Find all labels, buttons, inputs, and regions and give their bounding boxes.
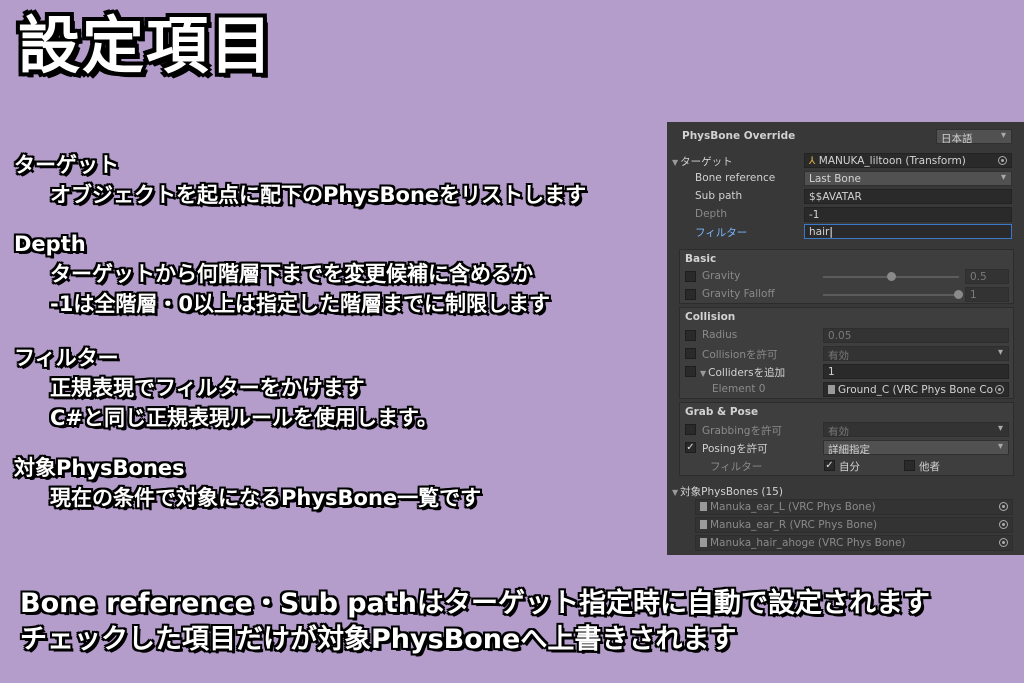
target-foldout[interactable]: ▼ ターゲット — [672, 154, 733, 169]
language-dropdown[interactable]: 日本語 — [936, 129, 1012, 144]
target-item-label: Manuka_ear_R (VRC Phys Bone) — [710, 519, 878, 531]
foldout-open-icon: ▼ — [700, 369, 707, 378]
grab-pose-header: Grab & Pose — [685, 406, 759, 418]
depth-input[interactable]: -1 — [804, 207, 1012, 222]
foldout-open-icon: ▼ — [672, 488, 679, 497]
grab-pose-group: Grab & Pose Grabbingを許可 有効 ✓ Posingを許可 詳… — [679, 402, 1014, 476]
sub-path-label: Sub path — [695, 190, 743, 202]
object-picker-icon[interactable] — [999, 520, 1008, 529]
language-label: 日本語 — [941, 133, 973, 144]
collision-header: Collision — [685, 311, 736, 323]
pose-filter-label: フィルター — [710, 461, 763, 473]
bone-reference-label: Bone reference — [695, 172, 776, 184]
list-item[interactable]: Manuka_ear_R (VRC Phys Bone) — [695, 517, 1013, 533]
bottom-note: チェックした項目だけが対象PhysBoneへ上書きされます — [20, 624, 737, 655]
gravity-label: Gravity — [702, 270, 741, 282]
gravity-slider-handle[interactable] — [887, 272, 896, 281]
script-icon — [828, 385, 835, 394]
others-checkbox[interactable] — [904, 460, 915, 471]
depth-label: Depth — [695, 208, 727, 220]
script-icon — [700, 538, 707, 547]
target-value: MANUKA_liltoon (Transform) — [818, 155, 966, 167]
explanation-line: 現在の条件で対象になるPhysBone一覧です — [50, 486, 482, 510]
gravity-checkbox[interactable] — [685, 271, 696, 282]
explanation-heading: ターゲット — [14, 153, 119, 177]
radius-label: Radius — [702, 329, 738, 341]
target-item-label: Manuka_hair_ahoge (VRC Phys Bone) — [710, 537, 906, 549]
foldout-open-icon: ▼ — [672, 158, 679, 167]
gravity-value[interactable]: 0.5 — [965, 269, 1009, 284]
explanation-heading: 対象PhysBones — [14, 456, 185, 480]
explanation-line: 正規表現でフィルターをかけます — [50, 376, 365, 400]
object-picker-icon[interactable] — [998, 156, 1007, 165]
explanation-filter: フィルター 正規表現でフィルターをかけます C#と同じ正規表現ルールを使用します… — [14, 343, 438, 433]
radius-checkbox[interactable] — [685, 330, 696, 341]
page-title: 設定項目 — [18, 9, 275, 82]
grabbing-checkbox[interactable] — [685, 424, 696, 435]
collision-group: Collision Radius 0.05 Collisionを許可 有効 ▼C… — [679, 307, 1014, 399]
object-picker-icon[interactable] — [999, 502, 1008, 511]
script-icon — [700, 520, 707, 529]
explanation-target: ターゲット オブジェクトを起点に配下のPhysBoneをリストします — [14, 150, 586, 210]
self-checkbox[interactable]: ✓ — [824, 460, 835, 471]
object-picker-icon[interactable] — [999, 538, 1008, 547]
physbone-override-panel: PhysBone Override 日本語 ▼ターゲット ⅄ MANUKA_li… — [667, 122, 1024, 555]
allow-collision-label: Collisionを許可 — [702, 349, 778, 361]
explanation-line: オブジェクトを起点に配下のPhysBoneをリストします — [50, 183, 587, 207]
gravity-falloff-slider-handle[interactable] — [954, 290, 963, 299]
list-item[interactable]: Manuka_ear_L (VRC Phys Bone) — [695, 499, 1013, 515]
add-colliders-count[interactable]: 1 — [823, 364, 1009, 379]
script-icon — [700, 502, 707, 511]
self-label: 自分 — [839, 461, 860, 473]
radius-value[interactable]: 0.05 — [823, 328, 1009, 343]
transform-icon: ⅄ — [809, 155, 816, 167]
target-item-label: Manuka_ear_L (VRC Phys Bone) — [710, 501, 876, 513]
allow-collision-dropdown[interactable]: 有効 — [823, 346, 1009, 361]
targets-header: 対象PhysBones (15) — [680, 486, 783, 498]
add-colliders-label: Collidersを追加 — [708, 367, 786, 379]
posing-dropdown[interactable]: 詳細指定 — [823, 440, 1009, 455]
gravity-falloff-label: Gravity Falloff — [702, 288, 775, 300]
posing-checkbox[interactable]: ✓ — [685, 442, 696, 453]
bone-reference-value: Last Bone — [809, 173, 861, 185]
element-0-field[interactable]: Ground_C (VRC Phys Bone Co — [823, 382, 1009, 397]
object-picker-icon[interactable] — [995, 385, 1004, 394]
targets-foldout[interactable]: ▼ 対象PhysBones (15) — [672, 484, 783, 499]
element-0-label: Element 0 — [712, 383, 766, 395]
grabbing-label: Grabbingを許可 — [702, 425, 782, 437]
list-item[interactable]: Manuka_hair_ahoge (VRC Phys Bone) — [695, 535, 1013, 551]
explanation-heading: Depth — [14, 232, 86, 256]
add-colliders-checkbox[interactable] — [685, 366, 696, 377]
filter-label: フィルター — [695, 227, 748, 239]
grabbing-dropdown[interactable]: 有効 — [823, 422, 1009, 437]
element-0-value: Ground_C (VRC Phys Bone Co — [838, 384, 994, 396]
panel-title: PhysBone Override — [682, 130, 796, 142]
others-label: 他者 — [919, 461, 940, 473]
explanation-heading: フィルター — [14, 346, 119, 370]
explanation-line: C#と同じ正規表現ルールを使用します。 — [50, 406, 438, 430]
basic-header: Basic — [685, 253, 717, 265]
gravity-falloff-value[interactable]: 1 — [965, 287, 1009, 302]
add-colliders-foldout[interactable]: ▼ Collidersを追加 — [700, 365, 785, 380]
explanation-line: -1は全階層・0以上は指定した階層までに制限します — [50, 292, 550, 316]
explanation-line: ターゲットから何階層下までを変更候補に含めるか — [50, 262, 533, 286]
gravity-falloff-checkbox[interactable] — [685, 289, 696, 300]
explanation-depth: Depth ターゲットから何階層下までを変更候補に含めるか -1は全階層・0以上… — [14, 229, 550, 319]
bone-reference-dropdown[interactable]: Last Bone — [804, 171, 1012, 186]
posing-label: Posingを許可 — [702, 443, 768, 455]
explanation-targets: 対象PhysBones 現在の条件で対象になるPhysBone一覧です — [14, 453, 481, 513]
target-label: ターゲット — [680, 156, 733, 168]
bottom-note: Bone reference・Sub pathはターゲット指定時に自動で設定され… — [20, 588, 930, 619]
target-object-field[interactable]: ⅄ MANUKA_liltoon (Transform) — [804, 153, 1012, 168]
filter-input[interactable]: hair| — [804, 224, 1012, 239]
gravity-falloff-slider[interactable] — [823, 294, 959, 296]
allow-collision-checkbox[interactable] — [685, 348, 696, 359]
basic-group: Basic Gravity 0.5 Gravity Falloff 1 — [679, 249, 1014, 304]
sub-path-input[interactable]: $$AVATAR — [804, 189, 1012, 204]
filter-value: hair — [809, 226, 830, 238]
